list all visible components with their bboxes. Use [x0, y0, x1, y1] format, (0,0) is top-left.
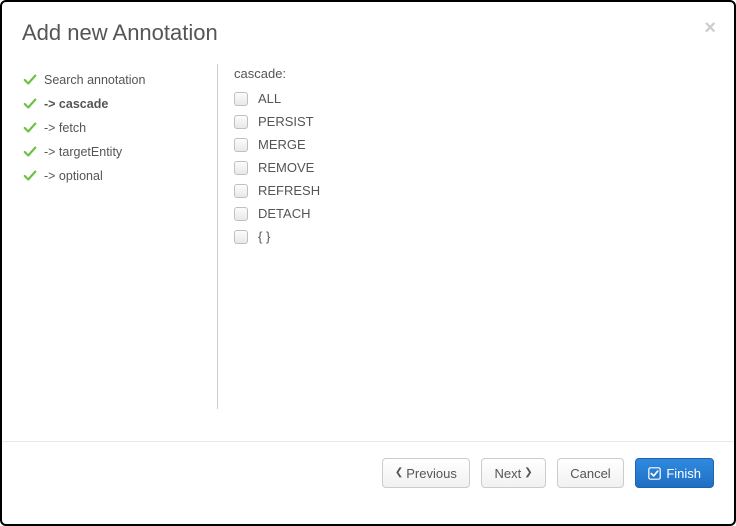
wizard-content: cascade: ALL PERSIST MERGE REMOVE REFRES… — [217, 64, 714, 409]
checkbox-icon[interactable] — [234, 138, 248, 152]
wizard-step-label: -> targetEntity — [44, 145, 122, 159]
button-label: Finish — [666, 466, 701, 481]
checkbox-icon[interactable] — [234, 161, 248, 175]
checkbox-label: PERSIST — [258, 114, 314, 129]
modal-body: Search annotation -> cascade -> fetch ->… — [2, 56, 734, 441]
checkbox-label: MERGE — [258, 137, 306, 152]
wizard-steps: Search annotation -> cascade -> fetch ->… — [22, 64, 217, 431]
checkbox-label: REFRESH — [258, 183, 320, 198]
wizard-step-cascade[interactable]: -> cascade — [22, 92, 217, 116]
checkbox-label: REMOVE — [258, 160, 314, 175]
check-icon — [22, 120, 38, 136]
wizard-step-optional[interactable]: -> optional — [22, 164, 217, 188]
cascade-option-merge[interactable]: MERGE — [234, 133, 714, 156]
checkbox-label: ALL — [258, 91, 281, 106]
close-icon[interactable]: × — [704, 18, 716, 38]
button-label: Previous — [406, 466, 457, 481]
chevron-right-icon: ❯ — [524, 468, 532, 478]
cancel-button[interactable]: Cancel — [557, 458, 623, 488]
check-icon — [22, 168, 38, 184]
wizard-step-label: -> fetch — [44, 121, 86, 135]
checkbox-icon[interactable] — [234, 184, 248, 198]
cascade-option-empty[interactable]: { } — [234, 225, 714, 248]
check-icon — [22, 72, 38, 88]
checkbox-icon[interactable] — [234, 230, 248, 244]
dialog-title: Add new Annotation — [22, 20, 714, 46]
wizard-step-label: -> optional — [44, 169, 103, 183]
checkbox-icon[interactable] — [234, 115, 248, 129]
wizard-step-label: -> cascade — [44, 97, 108, 111]
wizard-step-target-entity[interactable]: -> targetEntity — [22, 140, 217, 164]
button-label: Cancel — [570, 466, 610, 481]
cascade-options-list: ALL PERSIST MERGE REMOVE REFRESH DETACH — [234, 87, 714, 248]
check-icon — [22, 96, 38, 112]
cascade-option-remove[interactable]: REMOVE — [234, 156, 714, 179]
wizard-step-label: Search annotation — [44, 73, 145, 87]
cascade-option-persist[interactable]: PERSIST — [234, 110, 714, 133]
checkbox-label: DETACH — [258, 206, 310, 221]
check-icon — [22, 144, 38, 160]
button-label: Next — [494, 466, 521, 481]
next-button[interactable]: Next ❯ — [481, 458, 545, 488]
finish-button[interactable]: Finish — [635, 458, 714, 488]
checkbox-icon[interactable] — [234, 92, 248, 106]
checkbox-label: { } — [258, 229, 270, 244]
cascade-option-refresh[interactable]: REFRESH — [234, 179, 714, 202]
cascade-option-all[interactable]: ALL — [234, 87, 714, 110]
wizard-step-fetch[interactable]: -> fetch — [22, 116, 217, 140]
wizard-step-search-annotation[interactable]: Search annotation — [22, 68, 217, 92]
chevron-left-icon: ❮ — [395, 468, 403, 478]
modal-header: Add new Annotation × — [2, 2, 734, 56]
checkbox-check-icon — [648, 467, 661, 480]
checkbox-icon[interactable] — [234, 207, 248, 221]
cascade-option-detach[interactable]: DETACH — [234, 202, 714, 225]
modal-footer: ❮ Previous Next ❯ Cancel Finish — [2, 441, 734, 504]
cascade-field-label: cascade: — [234, 66, 714, 81]
previous-button[interactable]: ❮ Previous — [382, 458, 470, 488]
